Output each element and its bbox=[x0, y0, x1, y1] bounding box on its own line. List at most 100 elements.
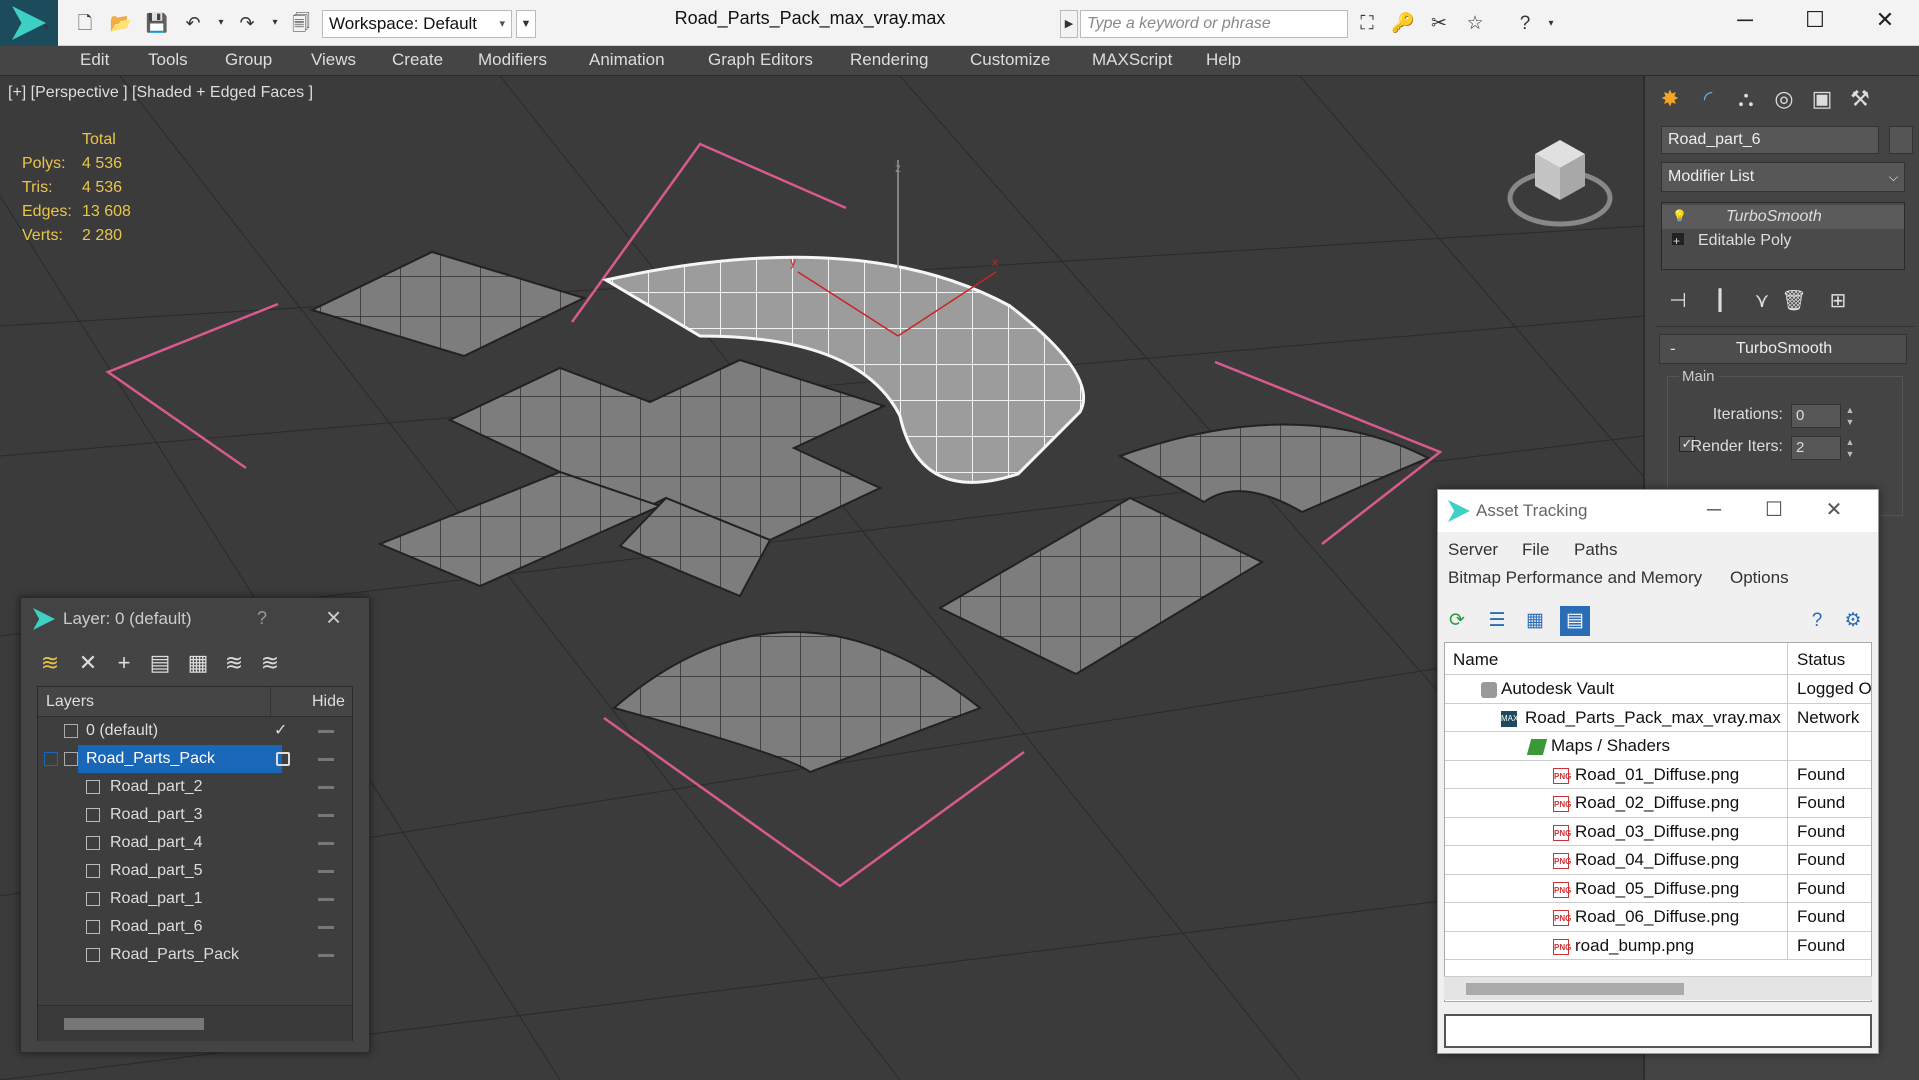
table-view-icon[interactable]: ▤ bbox=[1560, 606, 1590, 636]
viewport-label-menu[interactable]: [+] [Perspective ] [Shaded + Edged Faces… bbox=[8, 84, 313, 102]
close-icon[interactable]: ✕ bbox=[1806, 494, 1862, 526]
menu-rendering[interactable]: Rendering bbox=[850, 50, 928, 70]
help-dropdown-icon[interactable]: ▾ bbox=[1538, 11, 1564, 37]
tree-view-icon[interactable]: ▦ bbox=[1520, 606, 1550, 636]
app-logo-icon[interactable] bbox=[0, 0, 58, 46]
stack-item-turbosmooth[interactable]: 💡 TurboSmooth bbox=[1662, 205, 1904, 229]
asset-row[interactable]: Maps / Shaders bbox=[1445, 732, 1871, 761]
asset-row[interactable]: MAX Road_Parts_Pack_max_vray.max Network bbox=[1445, 703, 1871, 732]
object-row[interactable]: Road_part_3 bbox=[38, 801, 352, 829]
modify-tab-icon[interactable]: ◜ bbox=[1691, 82, 1725, 116]
column-layers[interactable]: Layers bbox=[46, 693, 94, 711]
hide-toggle[interactable] bbox=[318, 814, 334, 817]
options-help-icon[interactable]: ⚙ bbox=[1838, 606, 1868, 636]
close-icon[interactable]: × bbox=[326, 602, 341, 633]
asset-window-titlebar[interactable]: Asset Tracking ─ ☐ ✕ bbox=[1438, 490, 1878, 532]
column-status[interactable]: Status bbox=[1797, 650, 1845, 670]
create-layer-icon[interactable]: + bbox=[107, 646, 141, 680]
horizontal-scrollbar[interactable] bbox=[1444, 976, 1872, 1000]
menu-server[interactable]: Server bbox=[1448, 540, 1498, 560]
iterations-spinner-arrows[interactable]: ▲ ▼ bbox=[1843, 404, 1857, 428]
object-row[interactable]: Road_part_4 bbox=[38, 829, 352, 857]
help-icon[interactable]: ? bbox=[1512, 11, 1538, 37]
minimize-button[interactable]: ─ bbox=[1710, 0, 1780, 40]
hide-toggle[interactable] bbox=[318, 758, 334, 761]
workspace-dropdown[interactable]: Workspace: Default ▾ bbox=[322, 10, 512, 38]
menu-file[interactable]: File bbox=[1522, 540, 1549, 560]
expand-plus-icon[interactable]: + bbox=[1672, 233, 1684, 248]
remove-modifier-icon[interactable]: 🗑 bbox=[1779, 286, 1809, 316]
undo-dropdown-icon[interactable]: ▾ bbox=[208, 12, 234, 34]
layer-from-selection-icon[interactable]: ≋ bbox=[33, 646, 67, 680]
layer-row[interactable]: 0 (default) ✓ bbox=[38, 717, 352, 745]
asset-row[interactable]: PNG Road_01_Diffuse.png Found bbox=[1445, 760, 1871, 789]
collapse-icon[interactable] bbox=[44, 752, 58, 766]
hide-toggle[interactable] bbox=[318, 898, 334, 901]
show-end-result-icon[interactable]: ┃ bbox=[1705, 286, 1735, 316]
menu-animation[interactable]: Animation bbox=[589, 50, 665, 70]
column-hide[interactable]: Hide bbox=[312, 693, 345, 711]
search-input[interactable] bbox=[1080, 10, 1348, 38]
menu-create[interactable]: Create bbox=[392, 50, 443, 70]
select-objects-in-layer-icon[interactable]: ▦ bbox=[181, 646, 215, 680]
delete-layer-icon[interactable]: ✕ bbox=[71, 646, 105, 680]
hierarchy-tab-icon[interactable]: ⛬ bbox=[1729, 82, 1763, 116]
minimize-button[interactable]: ─ bbox=[1686, 494, 1742, 526]
menu-edit[interactable]: Edit bbox=[80, 50, 109, 70]
save-file-icon[interactable]: 💾 bbox=[144, 12, 170, 34]
scrollbar-thumb[interactable] bbox=[1466, 983, 1684, 995]
object-name-field[interactable]: Road_part_6 bbox=[1661, 126, 1879, 154]
asset-row[interactable]: PNG Road_04_Diffuse.png Found bbox=[1445, 846, 1871, 875]
hide-toggle[interactable] bbox=[318, 786, 334, 789]
horizontal-scrollbar[interactable] bbox=[38, 1005, 352, 1041]
menu-tools[interactable]: Tools bbox=[148, 50, 188, 70]
layer-row-selected[interactable]: Road_Parts_Pack bbox=[38, 745, 352, 773]
render-iters-spinner-arrows[interactable]: ▲ ▼ bbox=[1843, 436, 1857, 460]
layer-window-titlebar[interactable]: Layer: 0 (default) ? × bbox=[21, 598, 369, 640]
hide-toggle[interactable] bbox=[318, 926, 334, 929]
hide-all-layers-icon[interactable]: ≋ bbox=[253, 646, 287, 680]
binoculars-icon[interactable]: ⛶ bbox=[1354, 11, 1380, 37]
modifier-list-dropdown[interactable]: Modifier List ⌵ bbox=[1661, 162, 1905, 192]
asset-row[interactable]: PNG Road_06_Diffuse.png Found bbox=[1445, 903, 1871, 932]
menu-options[interactable]: Options bbox=[1730, 568, 1789, 588]
menu-group[interactable]: Group bbox=[225, 50, 272, 70]
hide-toggle[interactable] bbox=[318, 842, 334, 845]
help-button[interactable]: ? bbox=[257, 608, 267, 629]
lightbulb-icon[interactable]: 💡 bbox=[1672, 209, 1687, 223]
maximize-button[interactable]: ☐ bbox=[1780, 0, 1850, 40]
menu-help[interactable]: Help bbox=[1206, 50, 1241, 70]
project-folder-icon[interactable]: 🗐 bbox=[288, 12, 314, 34]
close-button[interactable]: ✕ bbox=[1850, 0, 1919, 40]
iterations-input[interactable]: 0 bbox=[1791, 404, 1841, 428]
object-row[interactable]: Road_Parts_Pack bbox=[38, 941, 352, 969]
hide-toggle[interactable] bbox=[318, 954, 334, 957]
undo-icon[interactable]: ↶ bbox=[180, 12, 206, 34]
open-file-icon[interactable]: 📂 bbox=[108, 12, 134, 34]
menu-views[interactable]: Views bbox=[311, 50, 356, 70]
pin-stack-icon[interactable]: ⊣ bbox=[1663, 286, 1693, 316]
workspace-menu-button[interactable]: ▼ bbox=[516, 10, 536, 38]
maximize-button[interactable]: ☐ bbox=[1746, 494, 1802, 526]
app-menu-chevron-icon[interactable]: ▾ bbox=[44, 22, 49, 33]
asset-row[interactable]: Autodesk Vault Logged Out bbox=[1445, 675, 1871, 704]
create-tab-icon[interactable]: ✸ bbox=[1653, 82, 1687, 116]
object-row[interactable]: Road_part_2 bbox=[38, 773, 352, 801]
hide-toggle[interactable] bbox=[318, 870, 334, 873]
active-layer-checkmark-icon[interactable]: ✓ bbox=[274, 717, 287, 745]
redo-dropdown-icon[interactable]: ▾ bbox=[262, 12, 288, 34]
display-tab-icon[interactable]: ▣ bbox=[1805, 82, 1839, 116]
hide-toggle[interactable] bbox=[318, 730, 334, 733]
menu-modifiers[interactable]: Modifiers bbox=[478, 50, 547, 70]
make-active-checkbox[interactable] bbox=[276, 752, 290, 766]
communication-center-icon[interactable]: ✂ bbox=[1426, 11, 1452, 37]
add-to-layer-icon[interactable]: ▤ bbox=[143, 646, 177, 680]
asset-row[interactable]: PNG Road_05_Diffuse.png Found bbox=[1445, 874, 1871, 903]
object-row[interactable]: Road_part_5 bbox=[38, 857, 352, 885]
viewcube-icon[interactable] bbox=[1505, 124, 1615, 234]
asset-row[interactable]: PNG Road_02_Diffuse.png Found bbox=[1445, 789, 1871, 818]
render-iters-input[interactable]: 2 bbox=[1791, 436, 1841, 460]
object-color-swatch[interactable] bbox=[1889, 126, 1913, 154]
new-file-icon[interactable]: 🗋 bbox=[72, 12, 98, 34]
scrollbar-thumb[interactable] bbox=[64, 1018, 204, 1030]
